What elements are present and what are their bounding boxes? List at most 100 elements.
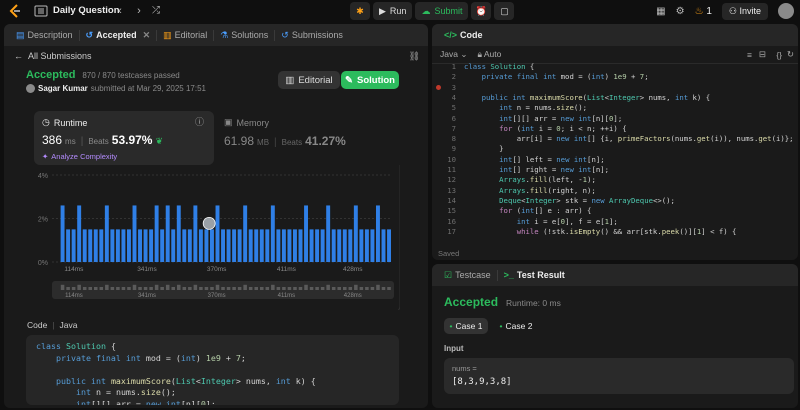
chart-bar[interactable] <box>348 229 353 262</box>
chart-bar[interactable] <box>149 229 154 262</box>
chart-bar[interactable] <box>387 229 391 262</box>
auto-mode[interactable]: 🔒︎ Auto <box>477 49 501 60</box>
chart-bar[interactable] <box>232 229 237 262</box>
chart-bar[interactable] <box>353 205 358 262</box>
chart-bar[interactable] <box>210 229 214 262</box>
chart-bar[interactable] <box>104 205 109 262</box>
input-value-box[interactable]: nums = [8,3,9,3,8] <box>444 358 794 394</box>
chart-bar[interactable] <box>154 205 159 262</box>
debug-button[interactable]: ✱ <box>350 2 370 20</box>
chart-bar[interactable] <box>215 205 220 262</box>
chart-bar[interactable] <box>381 229 386 262</box>
settings-icon[interactable]: ⚙ <box>676 6 685 17</box>
chart-bar[interactable] <box>182 229 187 262</box>
chart-bar[interactable] <box>293 229 297 262</box>
chart-bar[interactable] <box>110 229 115 262</box>
prev-problem-icon[interactable]: ‹ <box>114 4 126 18</box>
braces-icon[interactable]: {} <box>776 50 782 60</box>
chart-bar[interactable] <box>248 229 253 262</box>
chart-bar[interactable] <box>342 229 347 262</box>
chart-bar[interactable] <box>115 229 120 262</box>
chart-bar[interactable] <box>265 229 270 262</box>
bookmark-icon[interactable]: ⊟ <box>759 49 766 60</box>
chart-bar[interactable] <box>132 205 137 262</box>
chart-bar[interactable] <box>259 229 264 262</box>
language-select[interactable]: Java ⌄ <box>440 49 467 60</box>
case-2-tab[interactable]: • Case 2 <box>494 318 538 334</box>
chart-bar[interactable] <box>127 229 131 262</box>
link-icon[interactable]: ⛓ <box>409 51 420 62</box>
tab-solutions[interactable]: ⚗ Solutions <box>214 29 276 41</box>
chart-bar[interactable] <box>204 229 209 262</box>
runtime-card[interactable]: ◷ Runtime ⓘ 386 ms | Beats 53.97% ❦ ✦ An… <box>34 111 214 165</box>
chart-bar[interactable] <box>66 229 71 262</box>
chart-bar[interactable] <box>364 229 369 262</box>
chart-bar[interactable] <box>93 229 98 262</box>
chart-bar[interactable] <box>176 205 181 262</box>
chart-bar[interactable] <box>254 229 259 262</box>
case-1-tab[interactable]: • Case 1 <box>444 318 488 334</box>
chart-bar[interactable] <box>376 205 380 262</box>
chart-bar[interactable] <box>309 229 314 262</box>
chart-bar[interactable] <box>187 229 192 262</box>
chart-bar[interactable] <box>304 205 308 262</box>
solution-button[interactable]: ✎ Solution <box>341 71 399 89</box>
tab-testcase[interactable]: ☑ Testcase <box>438 269 498 281</box>
tab-test-result[interactable]: >_ Test Result <box>498 270 571 281</box>
chart-bar[interactable] <box>270 205 275 262</box>
chart-bar[interactable] <box>71 229 76 262</box>
tab-accepted[interactable]: ↺ Accepted ✕ <box>80 29 158 41</box>
chart-bar[interactable] <box>143 229 148 262</box>
problem-list-icon[interactable] <box>34 4 48 18</box>
chart-bar[interactable] <box>193 205 198 262</box>
chart-bar[interactable] <box>221 229 225 262</box>
chart-bar[interactable] <box>243 205 248 262</box>
chart-bar[interactable] <box>77 205 82 262</box>
tab-description[interactable]: ▤ Description <box>10 29 80 41</box>
chart-bar[interactable] <box>82 229 87 262</box>
chart-bar[interactable] <box>121 229 126 262</box>
layout-icon[interactable]: ▦ <box>656 6 665 17</box>
format-icon[interactable]: ≡ <box>747 50 752 60</box>
timer-button[interactable]: ⏰ <box>471 2 492 20</box>
chart-bar[interactable] <box>198 229 203 262</box>
reset-icon[interactable]: ↻ <box>787 49 794 60</box>
arrow-left-icon[interactable]: ← <box>14 51 23 61</box>
chart-bar[interactable] <box>60 205 65 262</box>
submitted-code[interactable]: class Solution { private final int mod =… <box>26 335 399 405</box>
invite-button[interactable]: ⚇ Invite <box>721 2 768 20</box>
chart-bar[interactable] <box>320 229 325 262</box>
tab-editorial[interactable]: ▥ Editorial <box>157 29 215 41</box>
chart-bar[interactable] <box>160 229 165 262</box>
next-problem-icon[interactable]: › <box>133 4 145 18</box>
chart-bar[interactable] <box>287 229 292 262</box>
chart-bar[interactable] <box>281 229 286 262</box>
memory-card[interactable]: ▣ Memory 61.98 MB | Beats 41.27% <box>224 117 346 148</box>
chart-bar[interactable] <box>337 229 342 262</box>
code-editor[interactable]: 1 2 3 4 5 6 7 8 9 10 11 12 13 14 15 16 17 class Solution… <box>436 62 799 242</box>
shuffle-icon[interactable]: ⤮ <box>150 4 162 18</box>
leetcode-logo-icon[interactable] <box>8 4 22 18</box>
close-icon[interactable]: ✕ <box>143 30 151 41</box>
info-icon[interactable]: ⓘ <box>195 115 204 128</box>
tab-submissions[interactable]: ↺ Submissions <box>275 30 349 41</box>
notes-button[interactable]: ▢ <box>494 2 515 20</box>
breakpoint-dot[interactable] <box>436 85 441 90</box>
chart-bar[interactable] <box>359 229 364 262</box>
chart-bar[interactable] <box>226 229 231 262</box>
problem-list-title[interactable]: Daily Question <box>53 5 120 16</box>
avatar[interactable] <box>778 3 794 19</box>
chart-bar[interactable] <box>370 229 375 262</box>
chart-bar[interactable] <box>326 205 331 262</box>
analyze-complexity-link[interactable]: ✦ Analyze Complexity <box>42 152 117 161</box>
chart-bar[interactable] <box>165 205 170 262</box>
run-button[interactable]: ▶ Run <box>373 2 413 20</box>
chart-bar[interactable] <box>171 229 176 262</box>
tab-code[interactable]: </> Code <box>438 30 489 41</box>
chart-bar[interactable] <box>138 229 142 262</box>
chart-bar[interactable] <box>298 229 303 262</box>
chart-bar[interactable] <box>237 229 242 262</box>
chart-bar[interactable] <box>276 229 281 262</box>
user-name[interactable]: Sagar Kumar <box>38 84 88 93</box>
chart-bar[interactable] <box>315 229 320 262</box>
